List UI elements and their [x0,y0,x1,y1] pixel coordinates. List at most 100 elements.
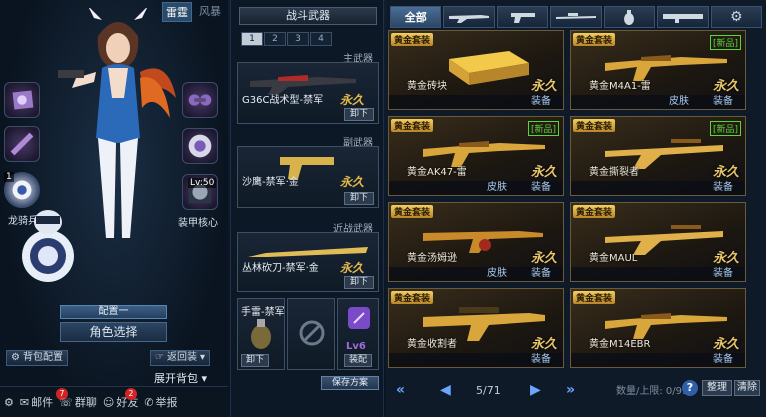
item-card[interactable]: 黄金套装 [新品] 黄金AK47-雷 永久 皮肤 装备 [388,116,564,196]
set-tabs: 1 2 3 4 [241,32,332,46]
item-card[interactable]: 黄金套装 黄金汤姆逊 永久 皮肤 装备 [388,202,564,282]
melee-unequip-button[interactable]: 卸下 [344,276,374,289]
set-tab-3[interactable]: 3 [287,32,309,46]
permanent-label: 永久 [712,337,739,352]
tab-all[interactable]: 全部 [390,6,442,28]
item-grid: 黄金套装 黄金砖块 永久 装备 黄金套装 [新品] 黄金M4A1-雷 永久 皮肤 装备 黄金套装 [新… [388,30,762,370]
prev-page-button[interactable]: ◀ [440,382,451,398]
hand-icon: ☞ [155,352,164,363]
role-select-button[interactable]: 角色选择 [60,322,167,342]
consumable-equip-button[interactable]: 装配 [344,354,372,367]
mode-tab-storm[interactable]: 风暴 [196,2,224,22]
equip-button[interactable]: 装备 [713,181,733,195]
equip-button[interactable]: 装备 [531,95,551,109]
first-page-button[interactable]: « [396,382,405,398]
primary-unequip-button[interactable]: 卸下 [344,108,374,121]
return-button[interactable]: ☞ 返回装 ▾ [150,350,210,366]
armor-core-level: Lv:50 [188,178,217,188]
equip-button[interactable]: 装备 [713,353,733,367]
equip-button[interactable]: 装备 [531,181,551,195]
equip-button[interactable]: 装备 [713,267,733,281]
permanent-label: 永久 [712,165,739,180]
armor-core-label: 装甲核心 [178,218,218,229]
help-button[interactable]: ? [682,380,698,396]
permanent-label: 永久 [530,165,557,180]
pet-count: 1 [4,172,14,182]
friends-button[interactable]: ☺ 好友 2 [103,388,138,410]
melee-weapon-slot[interactable]: 丛林砍刀-禁军·金 永久 卸下 [237,232,379,292]
forbidden-icon [299,320,325,346]
item-name: 黄金M4A1-雷 [589,81,651,92]
loadout-title: 战斗武器 [239,7,377,25]
expand-backpack-button[interactable]: 展开背包 ▾ [154,370,207,386]
sort-button[interactable]: 整理 [702,380,732,396]
empty-slot[interactable] [287,298,335,370]
mail-button[interactable]: ✉ 邮件 7 [20,388,68,410]
mail-label: 邮件 [31,396,54,409]
tab-sniper[interactable] [550,6,602,28]
page-indicator: 5/71 [476,383,501,397]
equip-slot-right-1[interactable] [182,82,218,118]
last-page-button[interactable]: » [566,382,575,398]
equip-slot-left-2[interactable] [4,126,40,162]
grenade-icon [251,319,271,349]
item-name: 黄金AK47-雷 [407,167,467,178]
skin-button[interactable]: 皮肤 [669,95,689,109]
consumable-slot[interactable]: Lv6 装配 [337,298,379,370]
tab-settings[interactable]: ⚙ [710,6,762,28]
preset-label[interactable]: 配置一 [60,305,167,319]
set-tab-2[interactable]: 2 [264,32,286,46]
tab-launcher[interactable] [657,6,709,28]
grenade-slot[interactable]: 手雷-禁军 卸下 [237,298,285,370]
card-actions: 装备 [389,95,563,109]
equip-slot-left-1[interactable] [4,82,40,118]
equip-slot-right-2[interactable] [182,128,218,164]
scroll-icon [348,307,370,329]
settings-button[interactable]: ⚙ [4,396,14,409]
item-name: 黄金MAUL [589,253,638,264]
equip-button[interactable]: 装备 [531,267,551,281]
equip-button[interactable]: 装备 [531,353,551,367]
consumable-level: Lv6 [346,341,366,352]
card-actions: 装备 [571,353,745,367]
secondary-weapon-slot[interactable]: 沙鹰-禁军·金 永久 卸下 [237,146,379,208]
inventory-panel: 全部 ⚙ 黄金套装 黄金砖块 永久 装备 黄金套装 [新品] 黄金M4A1-雷 永久 皮肤 装备黄… [386,0,766,417]
set-tab-1[interactable]: 1 [241,32,263,46]
bottom-bar: ⚙ ✉ 邮件 7 ☏ 群聊 ☺ 好友 2 ✆ 举报 [0,386,228,417]
backpack-config-button[interactable]: ⚙ 背包配置 [6,350,68,366]
equip-button[interactable]: 装备 [713,95,733,109]
skin-button[interactable]: 皮肤 [487,267,507,281]
item-card[interactable]: 黄金套装 黄金收割者 永久 装备 [388,288,564,368]
item-name: 黄金撕裂者 [589,167,639,178]
backpack-config-label: 背包配置 [22,352,63,363]
card-actions: 装备 [389,353,563,367]
weapon-part-icon [10,132,34,156]
permanent-label: 永久 [530,79,557,94]
group-chat-label: 群聊 [74,396,97,409]
primary-permanent: 永久 [339,93,364,107]
primary-weapon-slot[interactable]: G36C战术型-禁军 永久 卸下 [237,62,379,124]
save-plan-button[interactable]: 保存方案 [321,376,379,390]
skin-button[interactable]: 皮肤 [487,181,507,195]
chat-icon: ☏ [59,395,73,409]
item-name: 黄金砖块 [407,81,447,92]
goggles-icon [188,94,212,106]
item-card[interactable]: 黄金套装 黄金砖块 永久 装备 [388,30,564,110]
grenade-unequip-button[interactable]: 卸下 [241,354,269,367]
group-chat-button[interactable]: ☏ 群聊 [59,394,97,410]
next-page-button[interactable]: ▶ [530,382,541,398]
item-card[interactable]: 黄金套装 黄金M14EBR 永久 装备 [570,288,746,368]
item-card[interactable]: 黄金套装 黄金MAUL 永久 装备 [570,202,746,282]
report-button[interactable]: ✆ 举报 [144,394,177,410]
set-tab-4[interactable]: 4 [310,32,332,46]
primary-weapon-name: G36C战术型-禁军 [242,95,324,106]
clear-button[interactable]: 清除 [734,380,760,396]
secondary-unequip-button[interactable]: 卸下 [344,192,374,205]
tab-grenade[interactable] [603,6,656,28]
tab-rifle[interactable] [443,6,495,28]
tab-pistol[interactable] [496,6,549,28]
secondary-permanent: 永久 [339,175,364,189]
melee-weapon-name: 丛林砍刀-禁军·金 [242,263,319,274]
item-card[interactable]: 黄金套装 [新品] 黄金撕裂者 永久 装备 [570,116,746,196]
item-card[interactable]: 黄金套装 [新品] 黄金M4A1-雷 永久 皮肤 装备 [570,30,746,110]
